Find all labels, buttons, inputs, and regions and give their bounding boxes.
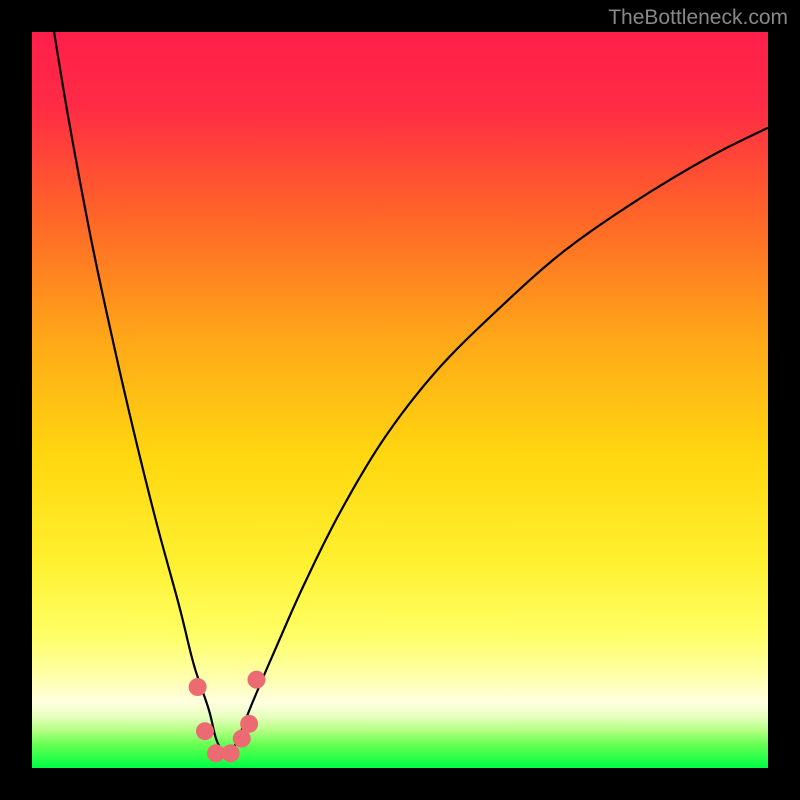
gradient-background [32, 32, 768, 768]
plot-area [32, 32, 768, 768]
watermark-text: TheBottleneck.com [608, 6, 788, 30]
